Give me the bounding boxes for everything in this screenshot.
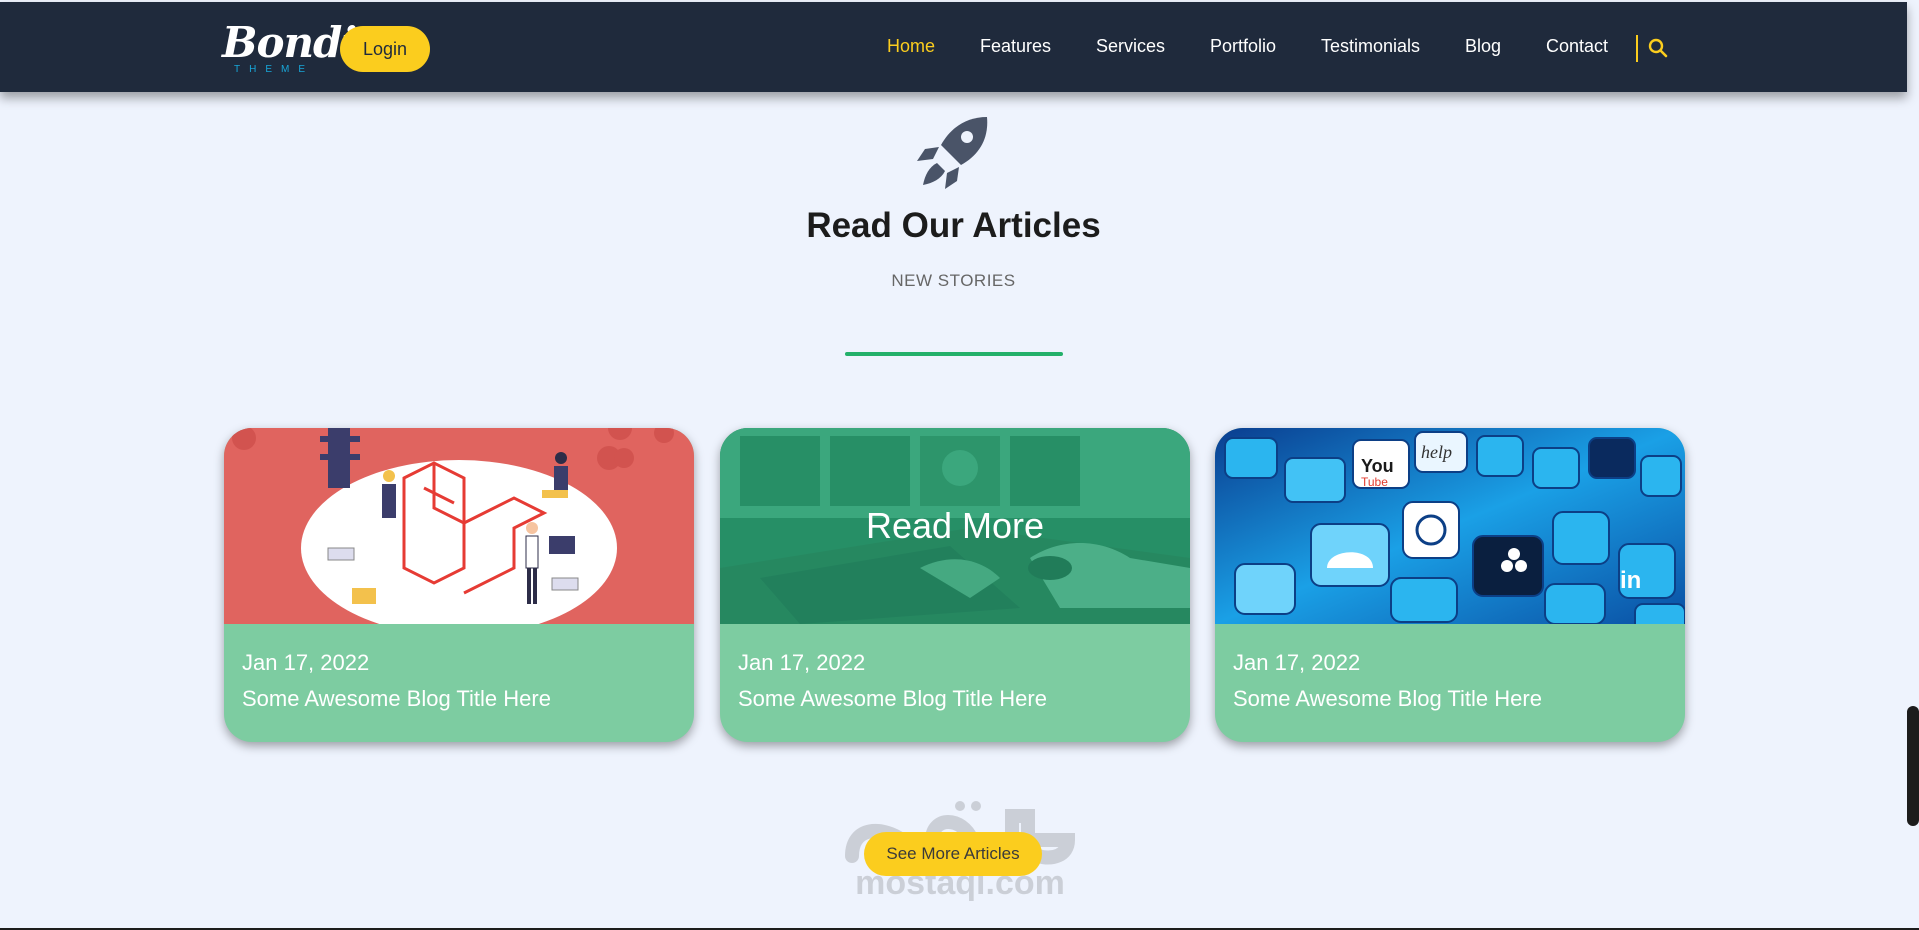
nav-home[interactable]: Home [887,36,935,57]
laptop-typing-image: Read More [720,428,1190,624]
card-date: Jan 17, 2022 [1233,650,1361,675]
read-more-overlay[interactable]: Read More [720,428,1190,624]
card-title[interactable]: Some Awesome Blog Title Here [1233,686,1542,712]
blog-card[interactable]: Read More Jan 17, 2022 Some Awesome Blog… [720,428,1190,742]
section-divider [845,352,1063,356]
nav-divider [1636,35,1638,62]
card-title[interactable]: Some Awesome Blog Title Here [738,686,1047,712]
blog-card[interactable]: You Tube help in Jan 17, 2022 Some Aweso… [1215,428,1685,742]
nav-testimonials[interactable]: Testimonials [1321,36,1420,57]
blog-card[interactable]: Jan 17, 2022 Some Awesome Blog Title Her… [224,428,694,742]
svg-text:help: help [1421,442,1452,462]
scrollbar-thumb[interactable] [1907,706,1919,826]
card-date: Jan 17, 2022 [242,650,370,675]
svg-text:in: in [1620,567,1641,594]
social-media-icons-image: You Tube help in [1215,428,1685,624]
section-subtitle: NEW STORIES [891,271,1016,290]
nav-services[interactable]: Services [1096,36,1165,57]
search-icon[interactable] [1648,38,1668,58]
see-more-articles-button[interactable]: See More Articles [864,832,1042,876]
top-navbar: Bondi THEME Login Home Features Services… [0,2,1907,92]
nav-blog[interactable]: Blog [1465,36,1501,57]
main-nav: Home Features Services Portfolio Testimo… [0,36,1907,60]
nav-portfolio[interactable]: Portfolio [1210,36,1276,57]
section-title: Read Our Articles [806,206,1101,245]
svg-text:You: You [1361,456,1394,476]
nav-features[interactable]: Features [980,36,1051,57]
card-title[interactable]: Some Awesome Blog Title Here [242,686,551,712]
card-date: Jan 17, 2022 [738,650,866,675]
read-more-label[interactable]: Read More [866,505,1044,547]
svg-text:Tube: Tube [1361,475,1388,489]
rocket-icon [917,117,988,189]
laravel-illustration-image [224,428,694,624]
logo-subtitle: THEME [234,64,314,75]
nav-contact[interactable]: Contact [1546,36,1608,57]
